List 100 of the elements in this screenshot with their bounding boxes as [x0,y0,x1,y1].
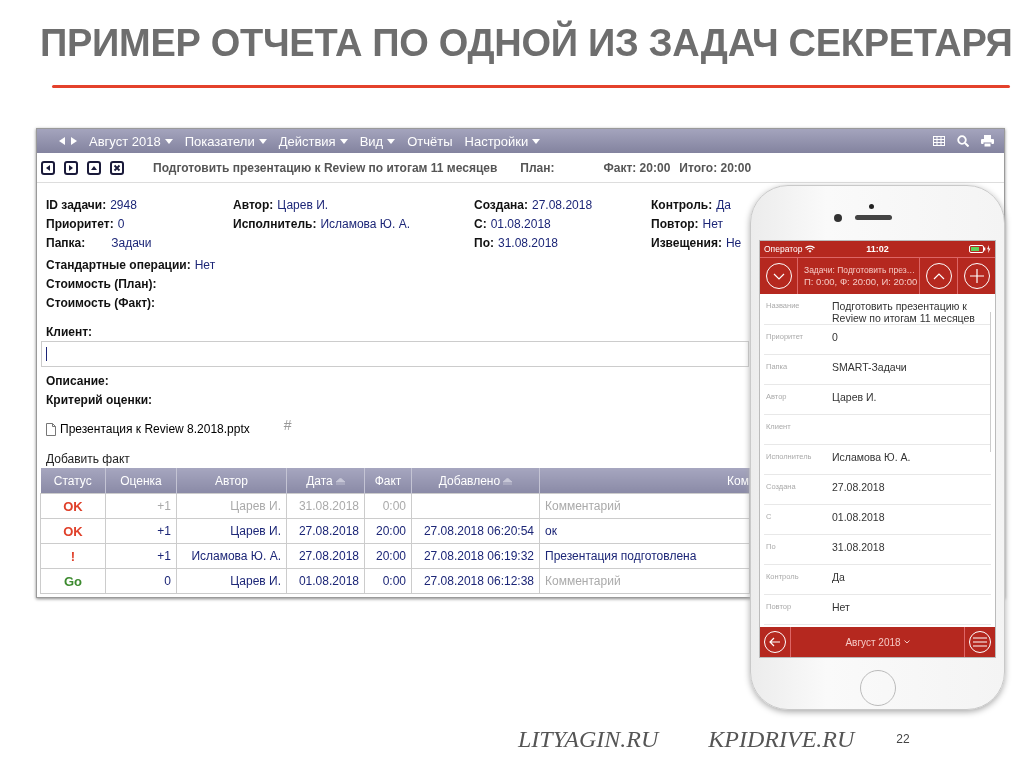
table-cell: 31.08.2018 [286,493,365,519]
table-cell: 27.08.2018 [286,518,365,544]
field-value: Исламова Ю. А. [320,216,410,231]
table-cell: 27.08.2018 06:12:38 [411,568,540,594]
battery-icon [969,245,991,253]
field-value: Да [832,571,845,585]
column-header[interactable]: Автор [176,468,287,494]
column-header[interactable]: Добавлено [411,468,540,494]
sensor-icon [869,204,874,209]
table-cell: Исламова Ю. А. [176,543,287,569]
field-value: 27.08.2018 [532,197,593,212]
menu-item[interactable]: Вид [359,133,396,149]
menu-item[interactable]: Показатели [184,133,267,149]
field-label: Повтор: [651,216,699,231]
field-label: По: [474,235,494,250]
table-cell: 0:00 [364,568,412,594]
status-text: OK [63,523,83,539]
field-value: Задачи [111,235,152,250]
field-label: Критерий оценки: [46,392,152,407]
column-header[interactable]: Оценка [105,468,177,494]
table-cell: +1 [105,518,177,544]
caret-icon [339,138,348,144]
field-value: 0 [117,216,125,231]
menu-item[interactable]: Август 2018 [89,133,173,149]
grid-icon[interactable] [933,136,945,146]
field-value: Нет [702,216,723,231]
header-summary: П: 0:00, Ф: 20:00, И: 20:00 [804,276,919,288]
slide-title: ПРИМЕР ОТЧЕТА ПО ОДНОЙ ИЗ ЗАДАЧ СЕКРЕТАРЯ [40,22,1013,65]
print-icon[interactable] [981,135,994,147]
menu-item[interactable]: Отчёты [407,133,453,149]
field-value: Исламова Ю. А. [832,451,911,465]
table-cell: 0 [105,568,177,594]
status-text: OK [63,498,83,514]
table-cell: 01.08.2018 [286,568,365,594]
status-text: Go [63,573,83,589]
status-text: ! [70,548,76,564]
column-header[interactable]: Статус [40,468,106,494]
column-header[interactable]: Ком [539,468,750,494]
comment-cell[interactable]: ок [539,518,750,544]
field-label: Извещения: [651,235,722,250]
previous-button[interactable] [41,160,55,175]
hash-mark: # [283,417,292,433]
client-input-field[interactable] [41,341,749,367]
field-label: Папка: [46,235,86,250]
page-number: 22 [896,732,910,746]
field-value: 2948 [110,197,137,212]
plus-icon [969,269,984,283]
field-label: С: [474,216,487,231]
field-label: Создана: [474,197,528,212]
menu-item[interactable]: Настройки [464,133,541,149]
menu-icon [973,637,987,647]
grand-total: Итого: 20:00 [679,160,752,175]
search-icon[interactable] [957,135,969,147]
field-value: 27.08.2018 [832,481,885,495]
field-label: Исполнитель: [233,216,317,231]
field-label: Стандартные операции: [46,257,191,272]
field-label: Клиент: [46,324,93,339]
task-title: Подготовить презентацию к Review по итогам 11 месяцев [153,160,498,175]
field-value: Да [716,197,731,212]
table-cell: Царев И. [176,568,287,594]
field-value: 01.08.2018 [490,216,551,231]
caret-icon [258,138,267,144]
menu-item[interactable]: Действия [278,133,348,149]
carrier-name: Оператор [764,244,803,254]
field-label: ID задачи: [46,197,107,212]
field-label: Описание: [46,373,109,388]
comment-cell[interactable]: Презентация подготовлена [539,543,750,569]
field-label: Автор: [233,197,274,212]
document-icon [46,422,56,436]
chevron-up-icon [932,272,945,280]
field-label: Стоимость (Факт): [46,295,156,310]
caret-icon [164,138,173,144]
add-fact-link[interactable]: Добавить факт [46,452,130,466]
next-button[interactable] [64,160,78,175]
field-value: Царев И. [277,197,329,212]
comment-cell[interactable]: Комментарий [539,493,750,519]
field-value: 0 [832,331,838,345]
field-value: 31.08.2018 [832,541,885,555]
caret-icon [532,138,541,144]
comment-cell[interactable]: Комментарий [539,568,750,594]
chevron-down-icon [772,272,785,280]
attachment-link[interactable]: Презентация к Review 8.2018.pptx [60,422,250,436]
table-cell: 27.08.2018 06:20:54 [411,518,540,544]
up-button[interactable] [87,160,101,175]
column-header[interactable]: Дата [286,468,365,494]
table-cell: Царев И. [176,493,287,519]
field-value: SMART-Задачи [832,361,907,375]
close-button[interactable] [110,160,124,175]
column-header[interactable]: Факт [364,468,412,494]
sort-icon [335,477,345,485]
left-arrow-icon[interactable] [59,137,65,145]
table-cell: +1 [105,493,177,519]
field-label: Приоритет: [46,216,114,231]
speaker-icon [855,215,892,220]
table-cell: 20:00 [364,518,412,544]
website-text: KPIDRIVE.RU [708,725,855,753]
right-arrow-icon[interactable] [71,137,77,145]
fact-total: Факт: 20:00 [603,160,671,175]
field-value: 01.08.2018 [832,511,885,525]
sort-icon [503,477,513,485]
